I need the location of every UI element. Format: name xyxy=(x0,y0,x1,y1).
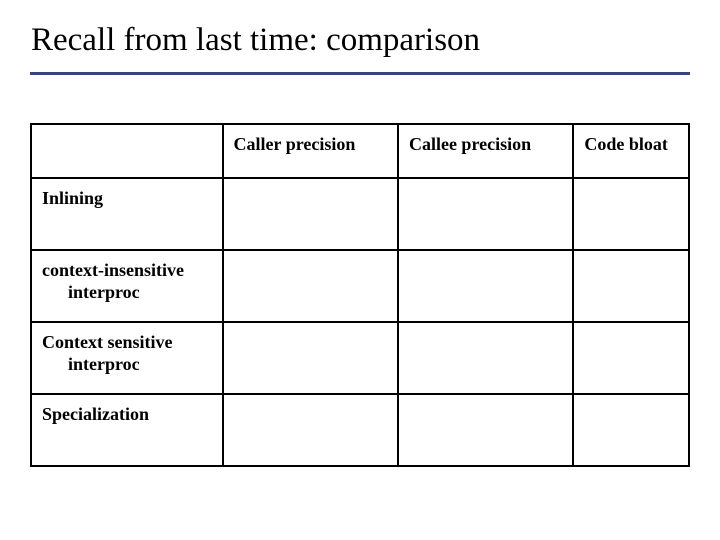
title-wrap: Recall from last time: comparison xyxy=(30,22,690,60)
cell xyxy=(573,178,689,250)
row-label-context-insensitive: context-insensitive interproc xyxy=(31,250,223,322)
cell xyxy=(223,250,398,322)
cell xyxy=(223,322,398,394)
cell xyxy=(223,394,398,466)
cell xyxy=(398,178,573,250)
cell xyxy=(223,178,398,250)
table-row: Context sensitive interproc xyxy=(31,322,689,394)
row-label-inlining: Inlining xyxy=(31,178,223,250)
cell xyxy=(398,394,573,466)
cell xyxy=(573,322,689,394)
header-callee-precision: Callee precision xyxy=(398,124,573,178)
row-label-text: context-insensitive xyxy=(42,260,184,280)
header-empty xyxy=(31,124,223,178)
row-label-text: Context sensitive xyxy=(42,332,172,352)
page-title: Recall from last time: comparison xyxy=(31,22,690,60)
header-code-bloat: Code bloat xyxy=(573,124,689,178)
cell xyxy=(573,394,689,466)
table-row: Specialization xyxy=(31,394,689,466)
row-label-context-sensitive: Context sensitive interproc xyxy=(31,322,223,394)
cell xyxy=(398,250,573,322)
title-rule xyxy=(30,72,690,75)
row-label-text: Specialization xyxy=(42,404,149,424)
slide: Recall from last time: comparison Caller… xyxy=(0,0,720,540)
row-label-indent: interproc xyxy=(42,353,212,376)
comparison-table: Caller precision Callee precision Code b… xyxy=(30,123,690,467)
cell xyxy=(573,250,689,322)
header-caller-precision: Caller precision xyxy=(223,124,398,178)
table-row: context-insensitive interproc xyxy=(31,250,689,322)
table-row: Inlining xyxy=(31,178,689,250)
row-label-indent: interproc xyxy=(42,281,212,304)
cell xyxy=(398,322,573,394)
table-header-row: Caller precision Callee precision Code b… xyxy=(31,124,689,178)
row-label-specialization: Specialization xyxy=(31,394,223,466)
row-label-text: Inlining xyxy=(42,188,103,208)
